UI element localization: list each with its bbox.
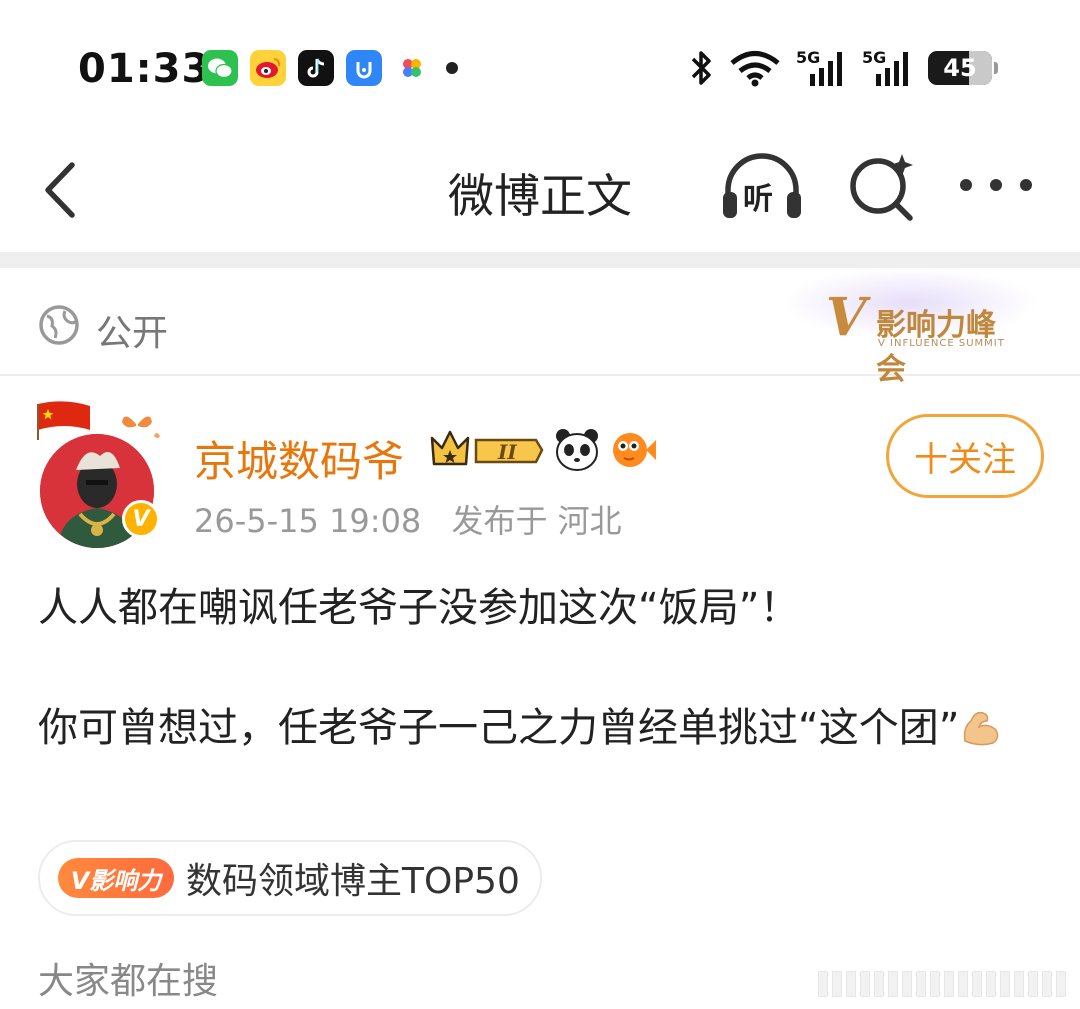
more-notifications-dot (446, 62, 458, 74)
pinwheel-icon (394, 50, 430, 86)
ai-search-icon[interactable] (846, 150, 918, 222)
author-avatar[interactable]: V (34, 400, 174, 548)
butterfly-decoration-icon (122, 416, 160, 438)
page-title: 微博正文 (448, 169, 632, 223)
post-paragraph-2: 你可曾想过，任老爷子一己之力曾经单挑过“这个团” (38, 698, 1042, 758)
china-flag-icon (37, 401, 90, 440)
wechat-icon (202, 50, 238, 86)
trending-search-heading: 大家都在搜 (38, 961, 219, 1002)
notification-icons (202, 50, 458, 86)
helper-app-icon (346, 50, 382, 86)
battery-indicator: 45 (928, 51, 998, 85)
panda-icon (556, 429, 598, 471)
status-time: 01:33 (78, 46, 211, 92)
post-location: 发布于 河北 (451, 502, 622, 540)
more-options-button[interactable] (960, 170, 1032, 200)
wifi-icon (730, 51, 780, 87)
influence-badge: V影响力 (58, 858, 174, 898)
section-divider (0, 252, 1080, 268)
influence-tag-pill[interactable]: V影响力 数码领域博主TOP50 (38, 840, 542, 916)
post-paragraph-1: 人人都在嘲讽任老爷子没参加这次“饭局”！ (38, 585, 800, 631)
svg-text:II: II (497, 440, 517, 464)
verified-v-badge: V (122, 500, 160, 538)
globe-icon (39, 305, 79, 345)
system-icons: 5G 5G 45 (688, 48, 998, 88)
author-name[interactable]: 京城数码爷 (194, 428, 404, 489)
trending-scroll-indicator (818, 970, 1072, 998)
influence-summit-badge[interactable]: V 影响力峰会 V INFLUENCE SUMMIT (826, 287, 1006, 388)
pufferfish-icon (613, 433, 656, 467)
summit-subtitle: V INFLUENCE SUMMIT (878, 338, 1005, 349)
influence-tag-text: 数码领域博主TOP50 (186, 861, 520, 902)
cellular-signal-1-icon: 5G (796, 48, 848, 88)
top-nav-bar: 微博正文 听 (0, 130, 1080, 250)
weibo-icon (250, 50, 286, 86)
crown-level-badge-icon: II (430, 430, 544, 466)
listen-label: 听 (743, 182, 773, 217)
summit-v-logo: V (826, 287, 867, 348)
follow-button[interactable]: 十关注 (886, 414, 1044, 498)
tiktok-icon (298, 50, 334, 86)
post-time: 26-5-15 19:08 (194, 502, 422, 540)
post-content: 人人都在嘲讽任老爷子没参加这次“饭局”！ 你可曾想过，任老爷子一己之力曾经单挑过… (38, 578, 1042, 758)
status-bar: 01:33 5G 5G 45 (0, 0, 1080, 130)
post-meta: 26-5-15 19:08 发布于 河北 (194, 496, 642, 542)
cellular-signal-2-icon: 5G (862, 48, 914, 88)
bluetooth-icon (691, 51, 711, 85)
visibility-label: 公开 (96, 313, 169, 354)
visibility-row: 公开 V 影响力峰会 V INFLUENCE SUMMIT (0, 268, 1080, 388)
flexed-biceps-emoji-icon (964, 711, 999, 746)
